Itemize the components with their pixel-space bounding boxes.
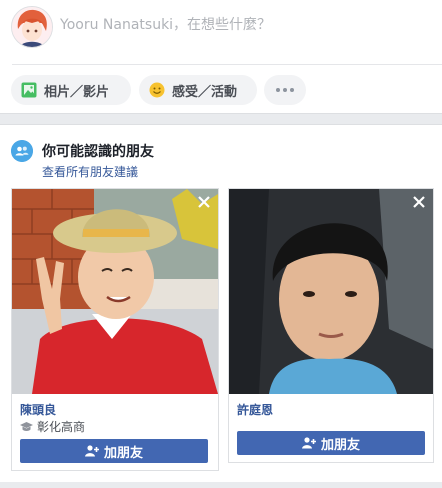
feed-gap: [0, 482, 442, 488]
friend-school: 彰化高商: [20, 418, 85, 435]
people-you-may-know: 你可能認識的朋友 查看所有朋友建議 陳頭良 彰化高商 加朋友 許庭恩 加朋友: [0, 124, 442, 488]
section-title: 你可能認識的朋友: [42, 144, 154, 160]
feeling-activity-button[interactable]: 感受／活動: [139, 75, 257, 105]
status-input[interactable]: Yooru Nanatsuki，在想些什麼？: [60, 10, 430, 40]
add-friend-icon: [301, 437, 316, 449]
smiley-icon: [149, 82, 165, 98]
friend-photo[interactable]: [12, 189, 218, 394]
post-composer: Yooru Nanatsuki，在想些什麼？ 相片／影片 感受／活動: [0, 0, 442, 114]
friend-photo[interactable]: [229, 189, 433, 394]
photo-icon: [21, 82, 37, 98]
dismiss-icon[interactable]: [195, 193, 213, 211]
feeling-activity-label: 感受／活動: [172, 84, 238, 100]
friends-icon: [11, 140, 33, 162]
graduation-cap-icon: [20, 421, 33, 431]
friend-suggestion-card: 許庭恩 加朋友: [228, 188, 434, 463]
add-friend-label: 加朋友: [103, 445, 143, 461]
photo-video-label: 相片／影片: [44, 84, 110, 100]
user-avatar[interactable]: [11, 6, 53, 48]
divider: [12, 64, 442, 65]
photo-video-button[interactable]: 相片／影片: [11, 75, 131, 105]
add-friend-button[interactable]: 加朋友: [20, 439, 208, 463]
friend-name[interactable]: 許庭恩: [237, 401, 273, 418]
dismiss-icon[interactable]: [410, 193, 428, 211]
more-icon: [276, 88, 294, 92]
add-friend-label: 加朋友: [320, 437, 360, 453]
more-options-button[interactable]: [264, 75, 306, 105]
school-name: 彰化高商: [37, 420, 86, 434]
see-all-suggestions-link[interactable]: 查看所有朋友建議: [42, 163, 138, 180]
friend-name[interactable]: 陳頭良: [20, 401, 56, 418]
friend-suggestion-card: 陳頭良 彰化高商 加朋友: [11, 188, 219, 471]
add-friend-icon: [84, 445, 99, 457]
add-friend-button[interactable]: 加朋友: [237, 431, 425, 455]
